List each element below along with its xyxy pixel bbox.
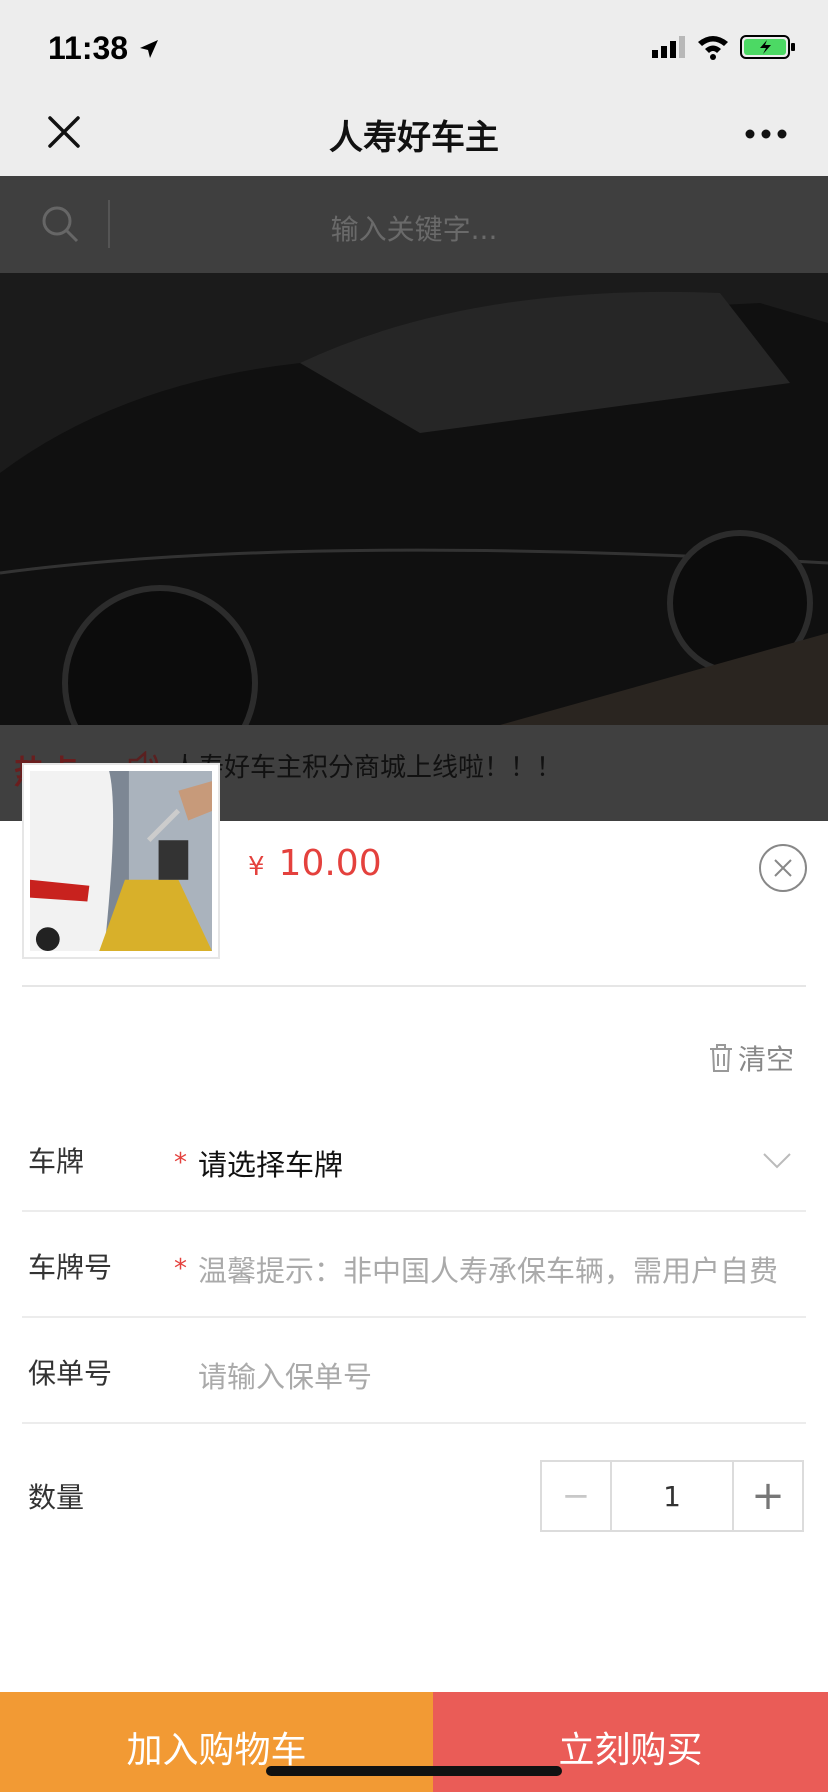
car-wash-image (30, 771, 213, 951)
background-page-overlay[interactable]: 输入关键字... 热点 人寿好车主积分商城上线啦！！！ (0, 176, 828, 821)
currency-symbol: ¥ (248, 852, 265, 882)
more-icon[interactable] (744, 128, 788, 140)
increment-button[interactable]: + (734, 1462, 802, 1530)
add-to-cart-button[interactable]: 加入购物车 (0, 1692, 433, 1792)
quantity-value[interactable]: 1 (610, 1462, 734, 1530)
plate-select-value[interactable]: 请选择车牌 (198, 1142, 343, 1184)
buy-now-button[interactable]: 立刻购买 (433, 1692, 828, 1792)
close-circle-icon[interactable] (758, 843, 808, 893)
quantity-row: 数量 − 1 + (22, 1430, 806, 1550)
clear-label: 清空 (738, 1043, 795, 1076)
plate-label: 车牌 (28, 1145, 85, 1178)
quantity-label: 数量 (28, 1481, 85, 1514)
product-thumbnail (22, 763, 220, 959)
location-arrow-icon (140, 40, 158, 58)
decrement-button[interactable]: − (542, 1462, 610, 1530)
policy-number-input[interactable]: 请输入保单号 (198, 1354, 798, 1396)
car-photo (0, 273, 828, 725)
plate-select-row[interactable]: 车牌 * 请选择车牌 (22, 1106, 806, 1212)
trash-icon (710, 1044, 732, 1072)
status-time: 11:38 (48, 30, 129, 66)
home-indicator (266, 1766, 562, 1776)
signal-icon (652, 36, 685, 58)
price-value: 10.00 (278, 843, 382, 884)
page-title: 人寿好车主 (329, 118, 499, 158)
policy-number-row: 保单号 请输入保单号 (22, 1318, 806, 1424)
required-asterisk: * (174, 1254, 187, 1284)
hot-text: 人寿好车主积分商城上线啦！！！ (172, 753, 563, 783)
plate-number-input[interactable]: 温馨提示：非中国人寿承保车辆，需用户自费 (198, 1248, 798, 1290)
battery-icon (740, 35, 795, 59)
chevron-down-icon (763, 1153, 791, 1169)
nav-bar: 人寿好车主 (0, 96, 828, 176)
plate-number-label: 车牌号 (28, 1251, 113, 1284)
divider (22, 985, 806, 987)
policy-label: 保单号 (28, 1357, 113, 1390)
status-bar: 11:38 (0, 0, 828, 96)
quantity-stepper: − 1 + (540, 1460, 804, 1532)
search-placeholder: 输入关键字... (330, 213, 498, 246)
banner-image (0, 273, 828, 725)
search-bar: 输入关键字... (0, 176, 828, 273)
clear-button[interactable]: 清空 (708, 1038, 794, 1078)
wifi-icon (698, 36, 728, 60)
bottom-action-bar: 加入购物车 立刻购买 (0, 1692, 828, 1792)
required-asterisk: * (174, 1148, 187, 1178)
price: ¥10.00 (248, 843, 382, 884)
plate-number-row: 车牌号 * 温馨提示：非中国人寿承保车辆，需用户自费 (22, 1212, 806, 1318)
